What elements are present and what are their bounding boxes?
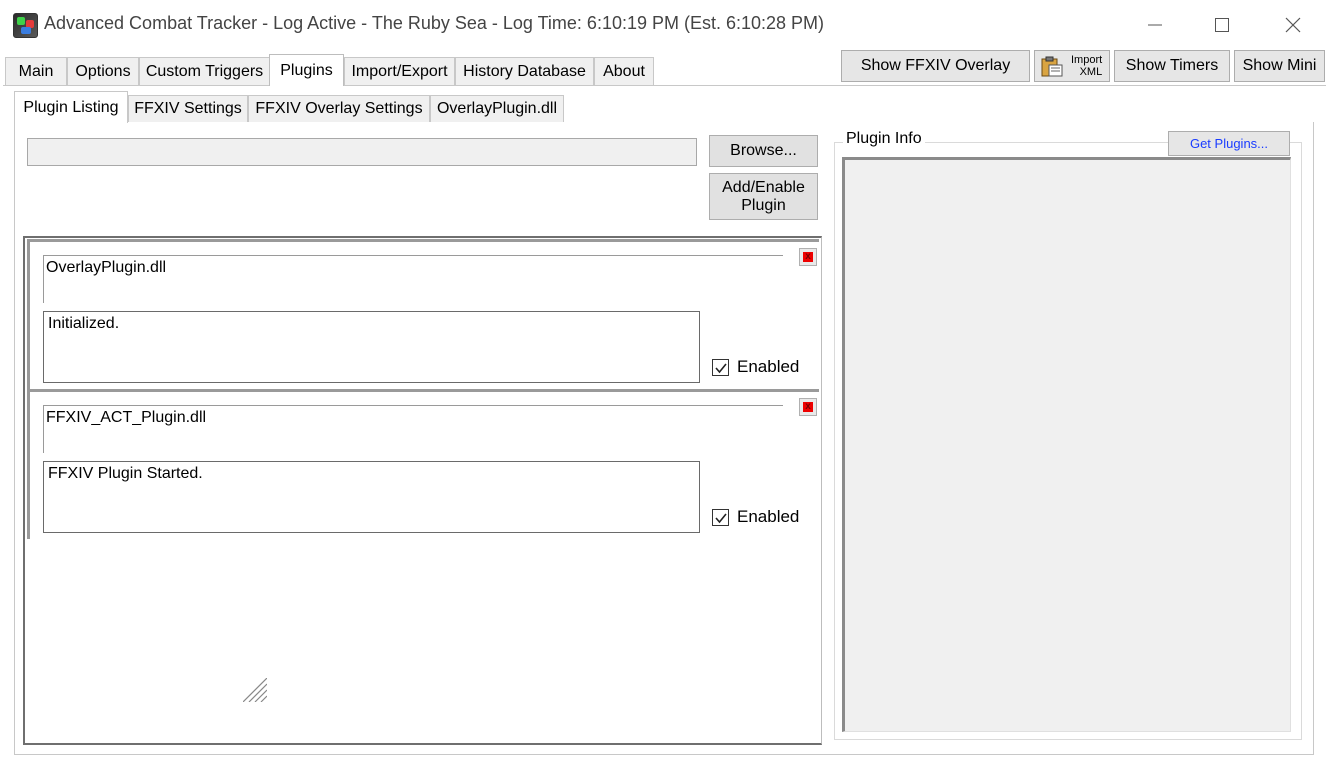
subtab-plugin-listing[interactable]: Plugin Listing [14, 91, 128, 123]
plugin-info-legend: Plugin Info [843, 130, 925, 148]
add-enable-plugin-button[interactable]: Add/Enable Plugin [709, 173, 818, 220]
tab-history-database[interactable]: History Database [455, 57, 594, 85]
show-ffxiv-overlay-button[interactable]: Show FFXIV Overlay [841, 50, 1030, 82]
import-xml-label-top: Import [1071, 54, 1103, 66]
plugin-entry: FFXIV_ACT_Plugin.dll x FFXIV Plugin Star… [27, 389, 819, 539]
show-mini-button[interactable]: Show Mini [1234, 50, 1325, 82]
tab-about[interactable]: About [594, 57, 654, 85]
minimize-icon [1148, 24, 1162, 26]
plugin-enabled-checkbox[interactable]: Enabled [712, 507, 799, 527]
plugin-enabled-checkbox[interactable]: Enabled [712, 357, 799, 377]
import-xml-button[interactable]: Import XML [1034, 50, 1110, 82]
plugin-info-area [842, 157, 1291, 732]
plugin-status: Initialized. [43, 311, 700, 383]
remove-icon: x [803, 402, 813, 412]
remove-plugin-button[interactable]: x [799, 398, 817, 416]
minimize-button[interactable] [1127, 8, 1183, 42]
tab-import-export[interactable]: Import/Export [344, 57, 455, 85]
close-icon [1285, 17, 1301, 33]
window-title: Advanced Combat Tracker - Log Active - T… [44, 13, 825, 33]
maximize-button[interactable] [1194, 8, 1250, 42]
tab-main[interactable]: Main [5, 57, 67, 85]
browse-button[interactable]: Browse... [709, 135, 818, 167]
main-tab-divider [3, 85, 1326, 86]
plugin-name: FFXIV_ACT_Plugin.dll [46, 409, 207, 426]
plugin-status: FFXIV Plugin Started. [43, 461, 700, 533]
act-app-icon [13, 13, 38, 38]
tab-custom-triggers[interactable]: Custom Triggers [139, 57, 270, 85]
subtab-ffxiv-settings[interactable]: FFXIV Settings [128, 95, 248, 122]
plugin-entry: OverlayPlugin.dll x Initialized. Enabled [27, 239, 819, 389]
close-button[interactable] [1265, 8, 1321, 42]
enabled-label: Enabled [737, 507, 800, 526]
show-timers-button[interactable]: Show Timers [1114, 50, 1230, 82]
tab-options[interactable]: Options [67, 57, 139, 85]
subtab-ffxiv-overlay-settings[interactable]: FFXIV Overlay Settings [248, 95, 430, 122]
tab-plugins[interactable]: Plugins [269, 54, 344, 86]
resize-grip-icon[interactable] [243, 678, 267, 702]
checkbox-checked-icon [712, 358, 729, 376]
get-plugins-button[interactable]: Get Plugins... [1168, 131, 1290, 156]
subtab-overlayplugin[interactable]: OverlayPlugin.dll [430, 95, 564, 122]
checkbox-checked-icon [712, 508, 729, 526]
enabled-label: Enabled [737, 357, 800, 376]
maximize-icon [1215, 18, 1229, 32]
plugin-name: OverlayPlugin.dll [46, 259, 167, 276]
remove-plugin-button[interactable]: x [799, 248, 817, 266]
plugin-path-input[interactable] [27, 138, 697, 166]
clipboard-icon [1041, 56, 1063, 77]
import-xml-label-bottom: XML [1079, 66, 1103, 78]
remove-icon: x [803, 252, 813, 262]
